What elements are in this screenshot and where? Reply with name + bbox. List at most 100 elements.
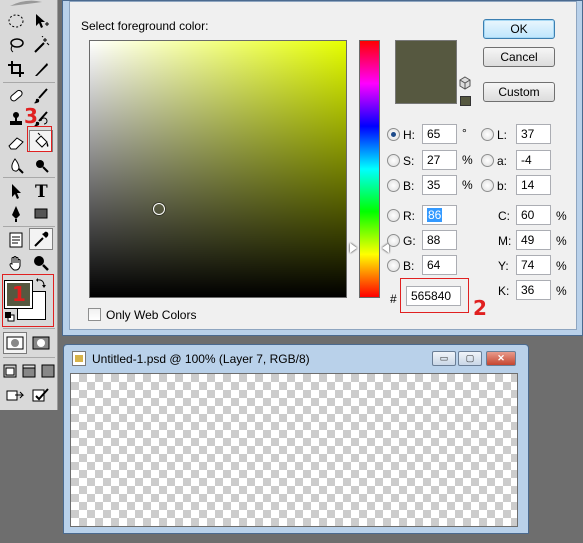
full-screen-menu-mode-button[interactable]: [19, 360, 38, 382]
quick-mask-icon: [32, 336, 50, 350]
hue-slider-left-handle[interactable]: [350, 243, 357, 253]
dodge-icon: [36, 160, 49, 173]
r-radio[interactable]: [387, 209, 400, 222]
h-radio[interactable]: [387, 128, 400, 141]
document-title: Untitled-1.psd @ 100% (Layer 7, RGB/8): [92, 352, 310, 366]
rgb-b-field[interactable]: 64: [422, 255, 457, 275]
hue-slider[interactable]: [359, 40, 380, 298]
cube-warning-icon[interactable]: [459, 76, 471, 90]
ok-button[interactable]: OK: [483, 19, 555, 39]
s-field[interactable]: 27: [422, 150, 457, 170]
maximize-button[interactable]: ▢: [458, 351, 482, 366]
cancel-button[interactable]: Cancel: [483, 47, 555, 67]
move-arrow-icon: [36, 14, 49, 28]
l-label: L:: [497, 128, 508, 142]
l-field[interactable]: 37: [516, 124, 551, 144]
custom-button[interactable]: Custom: [483, 82, 555, 102]
minimize-button[interactable]: ▭: [432, 351, 456, 366]
bandage-icon: [10, 89, 23, 102]
magic-wand-tool-button[interactable]: [29, 34, 53, 56]
h-field[interactable]: 65: [422, 124, 457, 144]
jump-to-imageready-button[interactable]: [4, 384, 28, 406]
close-button[interactable]: ✕: [486, 351, 516, 366]
rectangle-shape-icon: [34, 208, 48, 219]
color-picker-dialog: Select foreground color: OK Cancel Custo…: [62, 0, 583, 336]
notes-tool-button[interactable]: [4, 229, 28, 251]
shape-tool-button[interactable]: [29, 203, 53, 225]
g-label: G:: [403, 234, 416, 248]
zoom-tool-button[interactable]: [29, 252, 53, 274]
standard-mode-button[interactable]: [3, 332, 27, 354]
screen-mode-full-icon: [41, 364, 54, 378]
annotation-box-paint-bucket: [27, 126, 52, 152]
zoom-magnifier-icon: [34, 256, 49, 271]
y-unit: %: [556, 259, 567, 273]
eraser-tool-button[interactable]: [4, 131, 28, 153]
annotation-box-color-swatches: [2, 274, 54, 327]
svg-text:T: T: [35, 182, 48, 200]
type-tool-button[interactable]: T: [29, 180, 53, 202]
m-label: M:: [498, 234, 512, 248]
crop-tool-button[interactable]: [4, 58, 28, 80]
marquee-tool-button[interactable]: [4, 10, 28, 32]
l-radio[interactable]: [481, 128, 494, 141]
standard-screen-mode-button[interactable]: [0, 360, 19, 382]
s-radio[interactable]: [387, 154, 400, 167]
eyedropper-tool-button[interactable]: [29, 228, 53, 250]
transparent-canvas[interactable]: [70, 373, 518, 527]
eyedropper-icon: [34, 231, 49, 247]
color-field[interactable]: [89, 40, 347, 298]
a-radio[interactable]: [481, 154, 494, 167]
g-field[interactable]: 88: [422, 230, 457, 250]
brush-icon: [34, 88, 48, 104]
only-web-colors-checkbox[interactable]: [88, 308, 101, 321]
path-selection-tool-button[interactable]: [4, 180, 28, 202]
annotation-box-hex: [400, 278, 469, 313]
r-label: R:: [403, 209, 415, 223]
g-radio[interactable]: [387, 234, 400, 247]
dodge-tool-button[interactable]: [29, 154, 53, 176]
crop-icon: [8, 61, 24, 77]
current-color-swatch[interactable]: [395, 72, 457, 104]
move-tool-button[interactable]: [29, 10, 53, 32]
rgb-b-label: B:: [403, 259, 415, 273]
lasso-tool-button[interactable]: [4, 34, 28, 56]
standard-mode-icon: [6, 336, 24, 350]
c-label: C:: [498, 209, 510, 223]
rgb-b-radio[interactable]: [387, 259, 400, 272]
color-field-picker-circle[interactable]: [153, 203, 165, 215]
psd-file-icon: [72, 351, 86, 366]
toolbox: T 3 1: [0, 0, 58, 410]
a-field[interactable]: -4: [516, 150, 551, 170]
full-screen-mode-button[interactable]: [38, 360, 57, 382]
edit-in-imageready-button[interactable]: [29, 384, 53, 406]
check-edit-icon: [32, 388, 49, 402]
screen-mode-standard-icon: [3, 364, 16, 378]
stamp-icon: [10, 112, 22, 125]
k-field[interactable]: 36: [516, 280, 551, 300]
slice-tool-button[interactable]: [29, 58, 53, 80]
s-label: S:: [403, 154, 415, 168]
hand-tool-button[interactable]: [4, 252, 28, 274]
b-field[interactable]: 35: [422, 175, 457, 195]
a-label: a:: [497, 154, 508, 168]
y-field[interactable]: 74: [516, 255, 551, 275]
web-safe-color-swatch[interactable]: [460, 96, 471, 106]
lab-b-field[interactable]: 14: [516, 175, 551, 195]
k-label: K:: [498, 284, 510, 298]
annotation-number-2: 2: [473, 296, 487, 320]
document-window: Untitled-1.psd @ 100% (Layer 7, RGB/8) ▭…: [63, 344, 529, 534]
blur-drop-icon: [11, 158, 24, 174]
blur-tool-button[interactable]: [4, 154, 28, 176]
annotation-number-1: 1: [12, 282, 26, 306]
c-field[interactable]: 60: [516, 205, 551, 225]
eraser-icon: [8, 137, 24, 150]
m-field[interactable]: 49: [516, 230, 551, 250]
r-field[interactable]: 86: [422, 205, 457, 225]
lab-b-radio[interactable]: [481, 179, 494, 192]
b-radio[interactable]: [387, 179, 400, 192]
notes-icon: [9, 232, 23, 248]
pen-tool-button[interactable]: [4, 203, 28, 225]
quick-mask-mode-button[interactable]: [29, 332, 53, 354]
marquee-icon: [8, 14, 24, 28]
